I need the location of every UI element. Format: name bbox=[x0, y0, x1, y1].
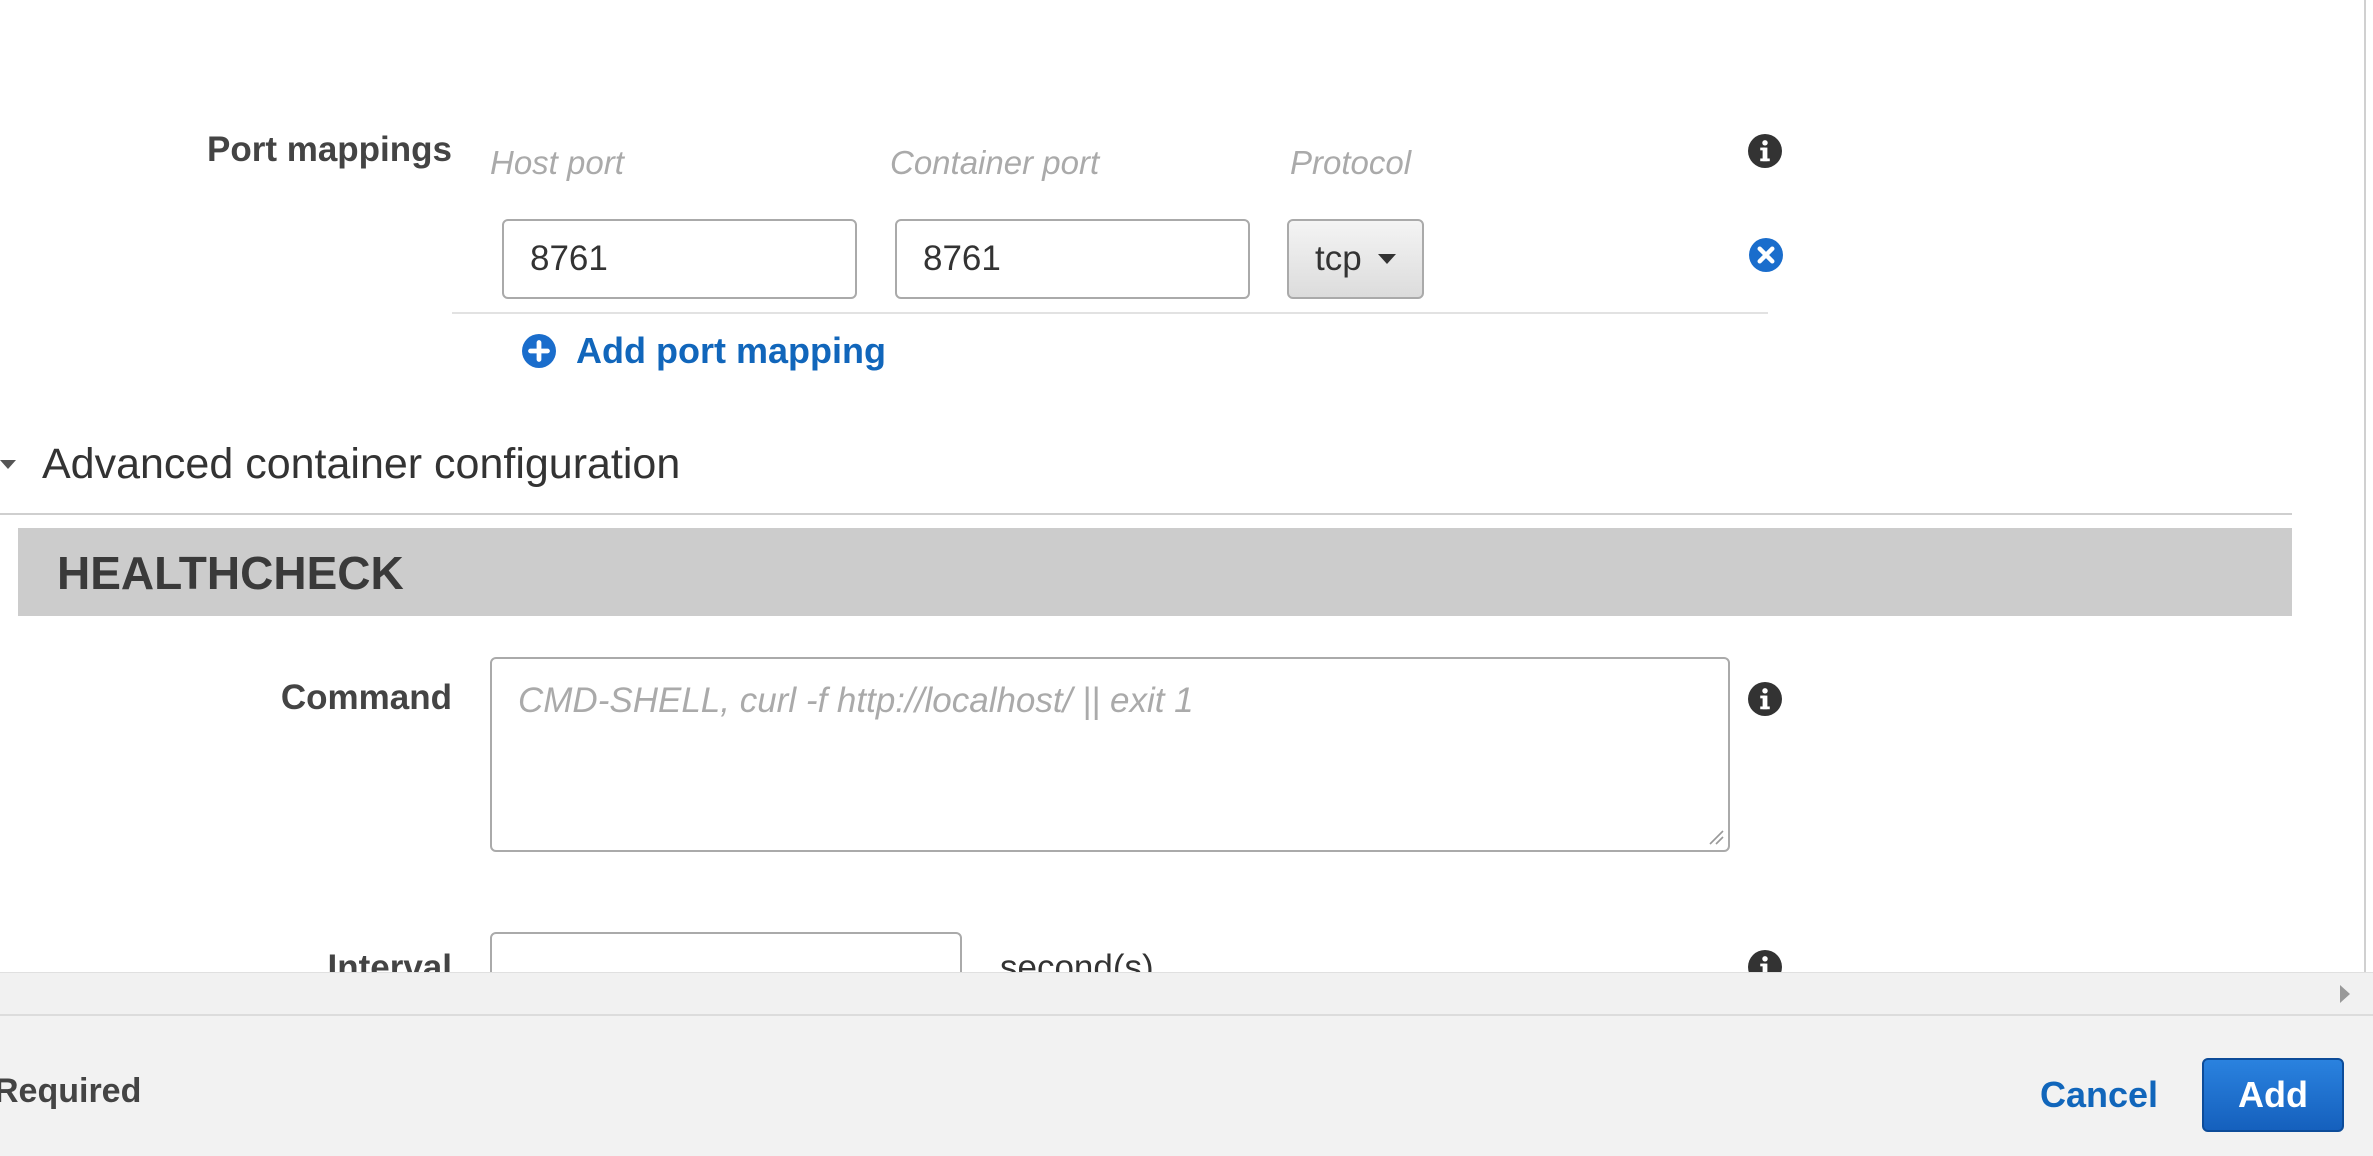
host-port-input[interactable] bbox=[502, 219, 857, 299]
modal-footer: Required Cancel Add bbox=[0, 1014, 2373, 1156]
resize-handle-icon[interactable] bbox=[1708, 829, 1724, 845]
required-note: Required bbox=[0, 1072, 142, 1110]
healthcheck-title: HEALTHCHECK bbox=[57, 547, 404, 599]
scroll-right-arrow-icon[interactable] bbox=[2340, 985, 2350, 1003]
collapse-caret-icon[interactable] bbox=[0, 460, 16, 469]
container-port-input[interactable] bbox=[895, 219, 1250, 299]
healthcheck-section-header: HEALTHCHECK bbox=[18, 528, 2292, 616]
container-port-header: Container port bbox=[890, 144, 1100, 181]
plus-circle-icon bbox=[522, 334, 556, 368]
protocol-header: Protocol bbox=[1290, 144, 1412, 181]
port-mappings-label: Port mappings bbox=[206, 130, 452, 169]
host-port-header: Host port bbox=[490, 144, 624, 181]
vertical-scrollbar[interactable] bbox=[2364, 0, 2366, 972]
cancel-button[interactable]: Cancel bbox=[2040, 1074, 2158, 1116]
add-port-mapping-link[interactable]: Add port mapping bbox=[522, 330, 886, 372]
port-mappings-info-icon[interactable] bbox=[1748, 134, 1782, 168]
command-info-icon[interactable] bbox=[1748, 682, 1782, 716]
row-divider bbox=[452, 312, 1768, 314]
chevron-down-icon bbox=[1377, 254, 1396, 264]
section-divider bbox=[0, 513, 2292, 515]
protocol-select[interactable]: tcp bbox=[1287, 219, 1424, 299]
add-port-mapping-label: Add port mapping bbox=[576, 330, 886, 371]
protocol-value: tcp bbox=[1315, 239, 1362, 278]
command-textarea[interactable] bbox=[490, 657, 1730, 852]
remove-mapping-icon[interactable] bbox=[1749, 238, 1783, 272]
horizontal-scrollbar[interactable] bbox=[0, 972, 2373, 1015]
command-label: Command bbox=[280, 678, 452, 717]
advanced-config-title[interactable]: Advanced container configuration bbox=[42, 440, 680, 489]
add-button[interactable]: Add bbox=[2202, 1058, 2344, 1132]
